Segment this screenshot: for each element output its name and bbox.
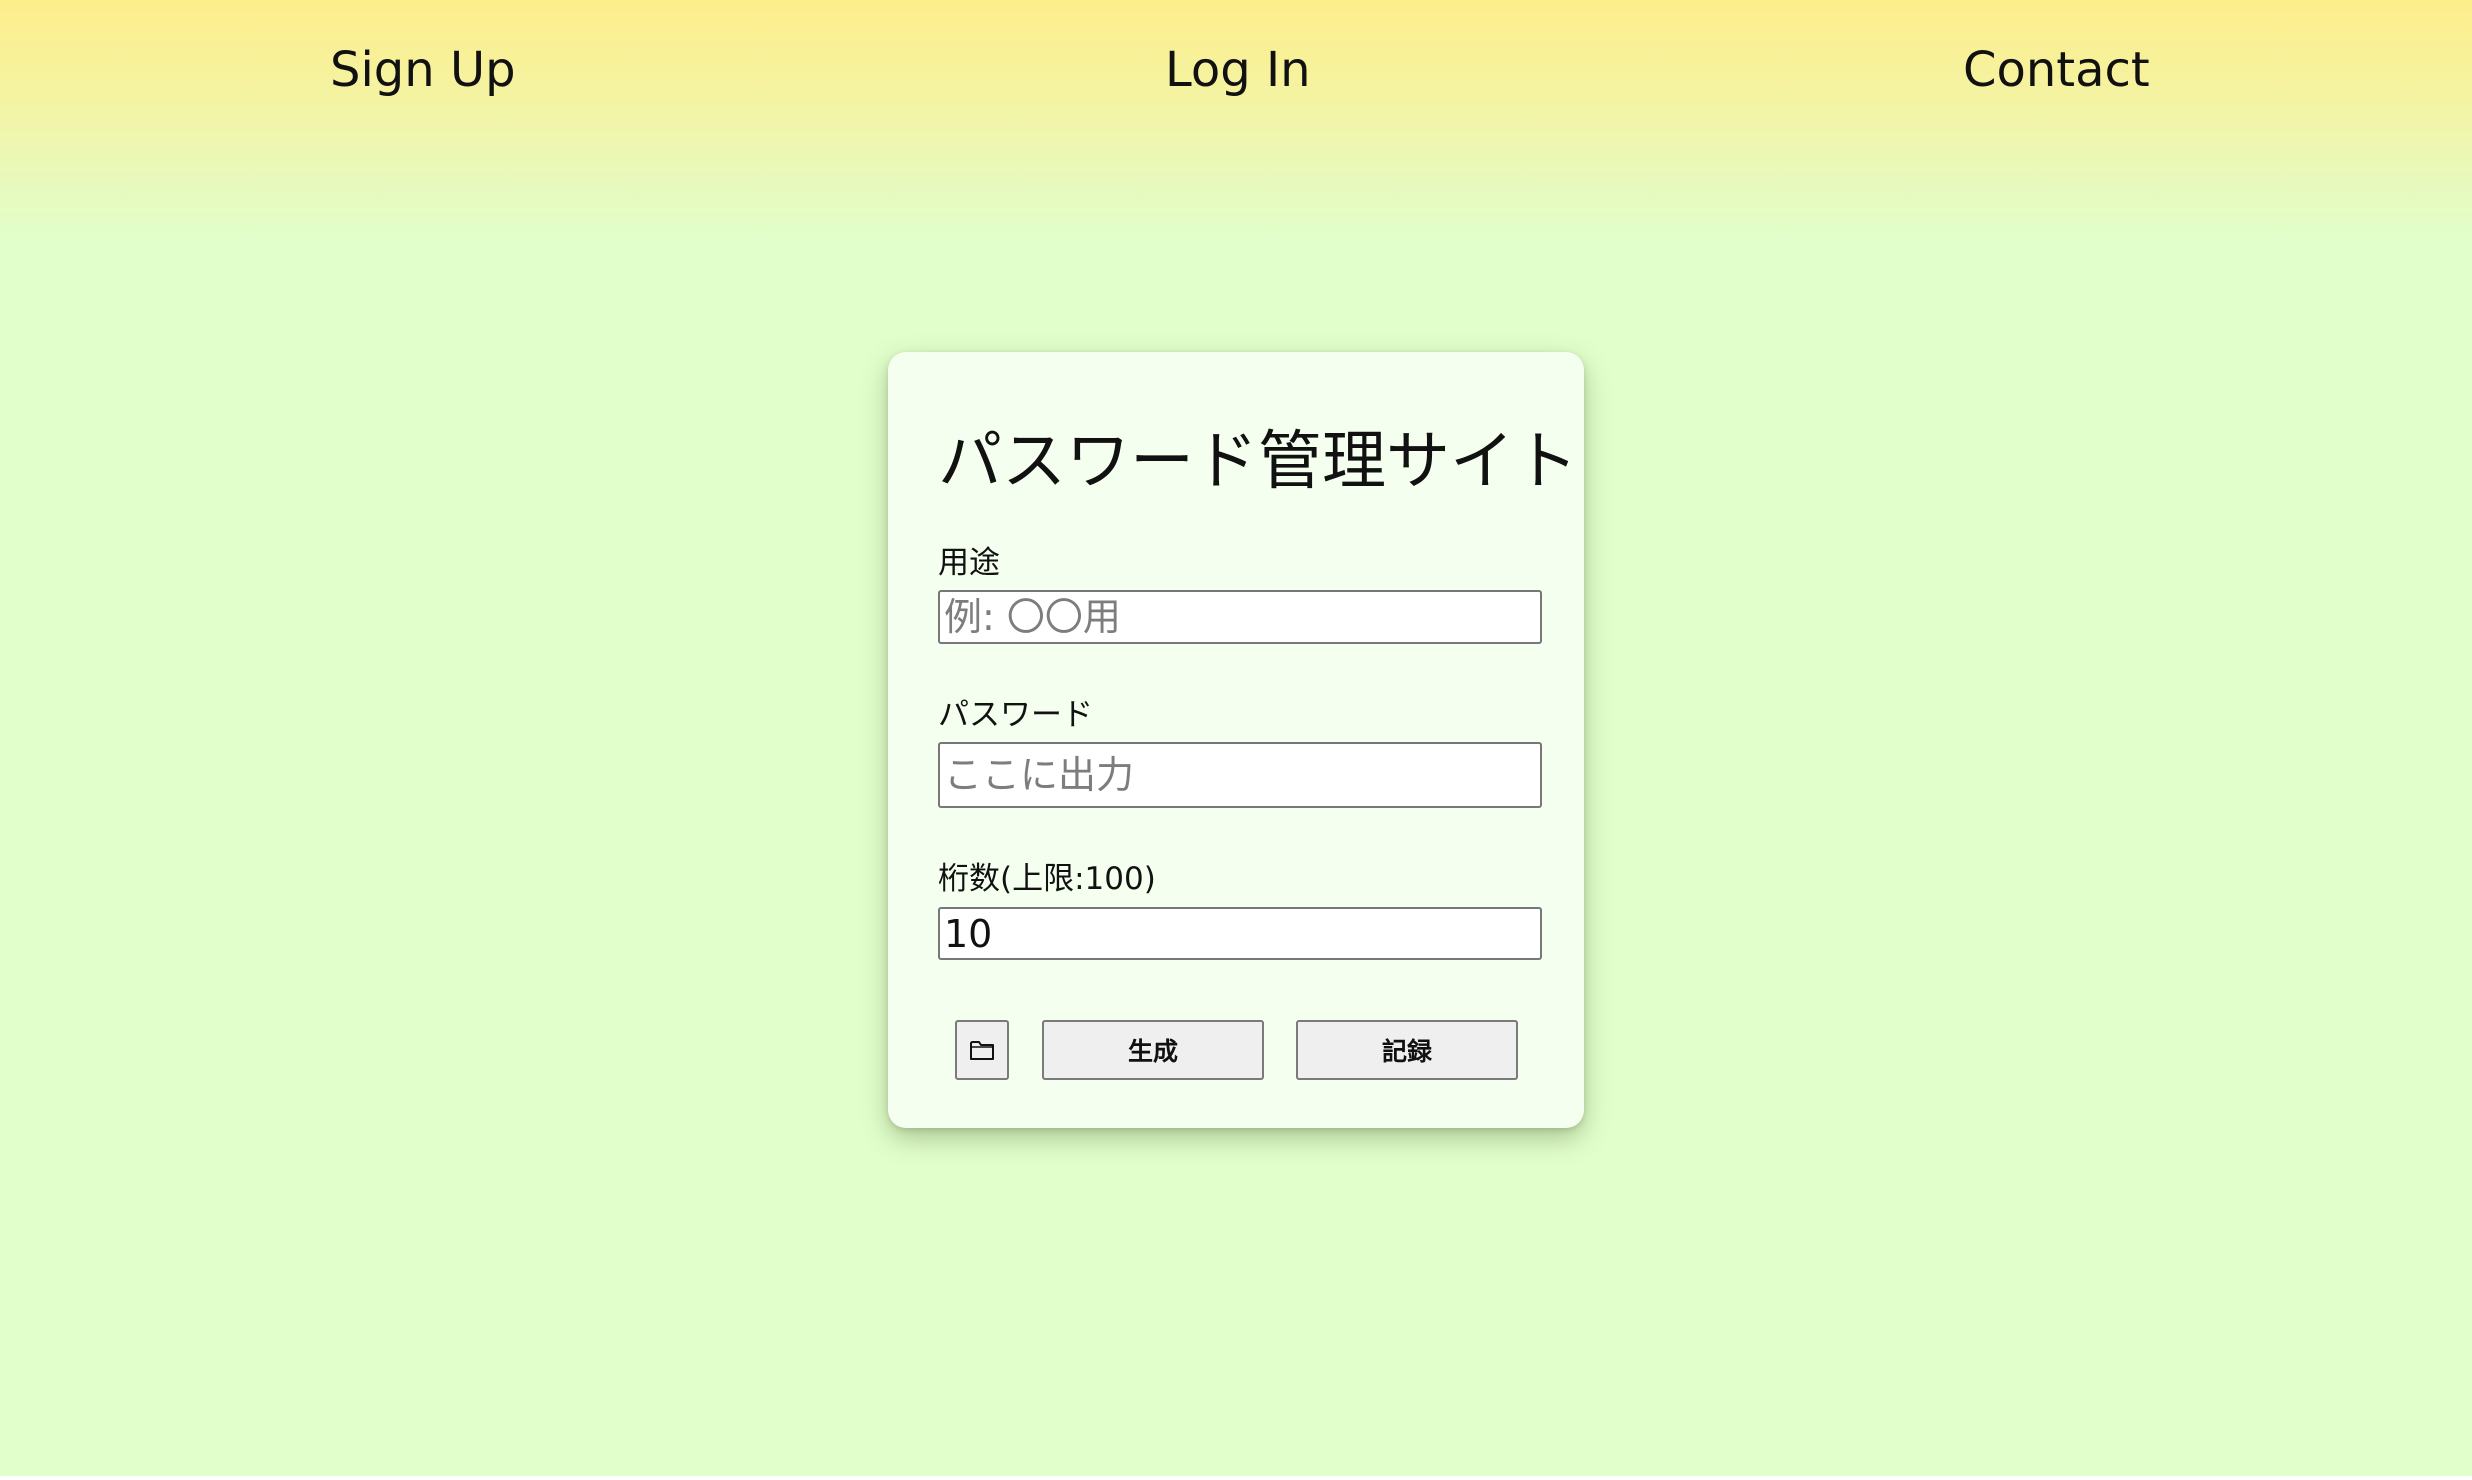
page-bottom-edge — [0, 1476, 2472, 1480]
page-title: パスワード管理サイト — [938, 425, 1578, 499]
password-label: パスワード — [938, 697, 1093, 733]
password-output-field[interactable] — [938, 742, 1542, 808]
nav-link-log-in[interactable]: Log In — [1165, 42, 1311, 98]
password-generator-card: パスワード管理サイト 用途 パスワード 桁数(上限:100) 生成 記録 — [888, 352, 1584, 1128]
usage-label: 用途 — [938, 545, 1000, 581]
generate-button[interactable]: 生成 — [1042, 1020, 1264, 1080]
digits-input[interactable] — [938, 907, 1542, 960]
folder-button[interactable] — [955, 1020, 1009, 1080]
folder-icon — [969, 1039, 995, 1061]
nav-link-contact[interactable]: Contact — [1963, 42, 2150, 98]
usage-input[interactable] — [938, 590, 1542, 644]
record-button[interactable]: 記録 — [1296, 1020, 1518, 1080]
top-navigation: Sign Up Log In Contact — [0, 0, 2472, 245]
digits-label: 桁数(上限:100) — [938, 861, 1156, 897]
nav-link-sign-up[interactable]: Sign Up — [330, 42, 516, 98]
